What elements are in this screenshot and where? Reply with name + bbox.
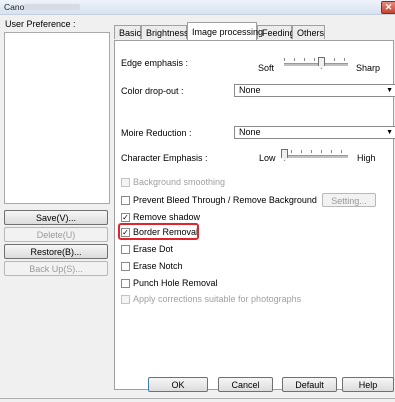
backup-button[interactable]: Back Up(S)... bbox=[4, 261, 108, 276]
tab-brightness[interactable]: Brightness bbox=[141, 25, 189, 39]
setting-button[interactable]: Setting... bbox=[322, 193, 376, 207]
checkbox[interactable] bbox=[121, 279, 130, 288]
ok-button[interactable]: OK bbox=[148, 377, 208, 392]
tab-others[interactable]: Others bbox=[292, 25, 325, 39]
moire-reduction-value: None bbox=[239, 127, 261, 137]
title-bar: Canon ✕ bbox=[0, 0, 395, 15]
edge-emphasis-thumb[interactable] bbox=[318, 57, 325, 69]
char-high-label: High bbox=[357, 153, 376, 163]
edge-emphasis-label: Edge emphasis : bbox=[121, 58, 189, 68]
char-low-label: Low bbox=[259, 153, 276, 163]
dialog-window: Canon ✕ User Preference : Save(V)... Del… bbox=[0, 0, 395, 402]
border-removal-highlight bbox=[118, 223, 199, 240]
tab-basic[interactable]: Basic bbox=[114, 25, 141, 39]
user-preference-list[interactable] bbox=[4, 32, 110, 204]
delete-button[interactable]: Delete(U) bbox=[4, 227, 108, 242]
divider bbox=[0, 398, 395, 399]
color-dropout-value: None bbox=[239, 85, 261, 95]
color-dropout-select[interactable]: None ▼ bbox=[234, 84, 395, 97]
blurred-title-text bbox=[24, 4, 80, 10]
save-button[interactable]: Save(V)... bbox=[4, 210, 108, 225]
checkbox[interactable]: ✓ bbox=[121, 213, 130, 222]
checkbox[interactable] bbox=[121, 178, 130, 187]
checkbox[interactable] bbox=[121, 245, 130, 254]
tab-image-processing[interactable]: Image processing bbox=[187, 22, 263, 40]
color-dropout-label: Color drop-out : bbox=[121, 86, 184, 96]
edge-soft-label: Soft bbox=[258, 63, 275, 73]
default-button[interactable]: Default bbox=[282, 377, 337, 392]
checkbox[interactable] bbox=[121, 262, 130, 271]
edge-sharp-label: Sharp bbox=[356, 63, 381, 73]
close-icon[interactable]: ✕ bbox=[381, 1, 395, 14]
user-preference-label: User Preference : bbox=[5, 19, 76, 29]
moire-reduction-select[interactable]: None ▼ bbox=[234, 126, 395, 139]
edge-emphasis-slider[interactable] bbox=[284, 57, 348, 70]
character-emphasis-slider[interactable] bbox=[281, 149, 348, 162]
moire-reduction-label: Moire Reduction : bbox=[121, 128, 192, 138]
checkbox[interactable] bbox=[121, 295, 130, 304]
character-emphasis-label: Character Emphasis : bbox=[121, 153, 208, 163]
chevron-down-icon: ▼ bbox=[386, 129, 393, 136]
restore-button[interactable]: Restore(B)... bbox=[4, 244, 108, 259]
chevron-down-icon: ▼ bbox=[386, 87, 393, 94]
character-emphasis-thumb[interactable] bbox=[281, 149, 288, 161]
checkbox[interactable] bbox=[121, 196, 130, 205]
help-button[interactable]: Help bbox=[342, 377, 394, 392]
cancel-button[interactable]: Cancel bbox=[218, 377, 273, 392]
